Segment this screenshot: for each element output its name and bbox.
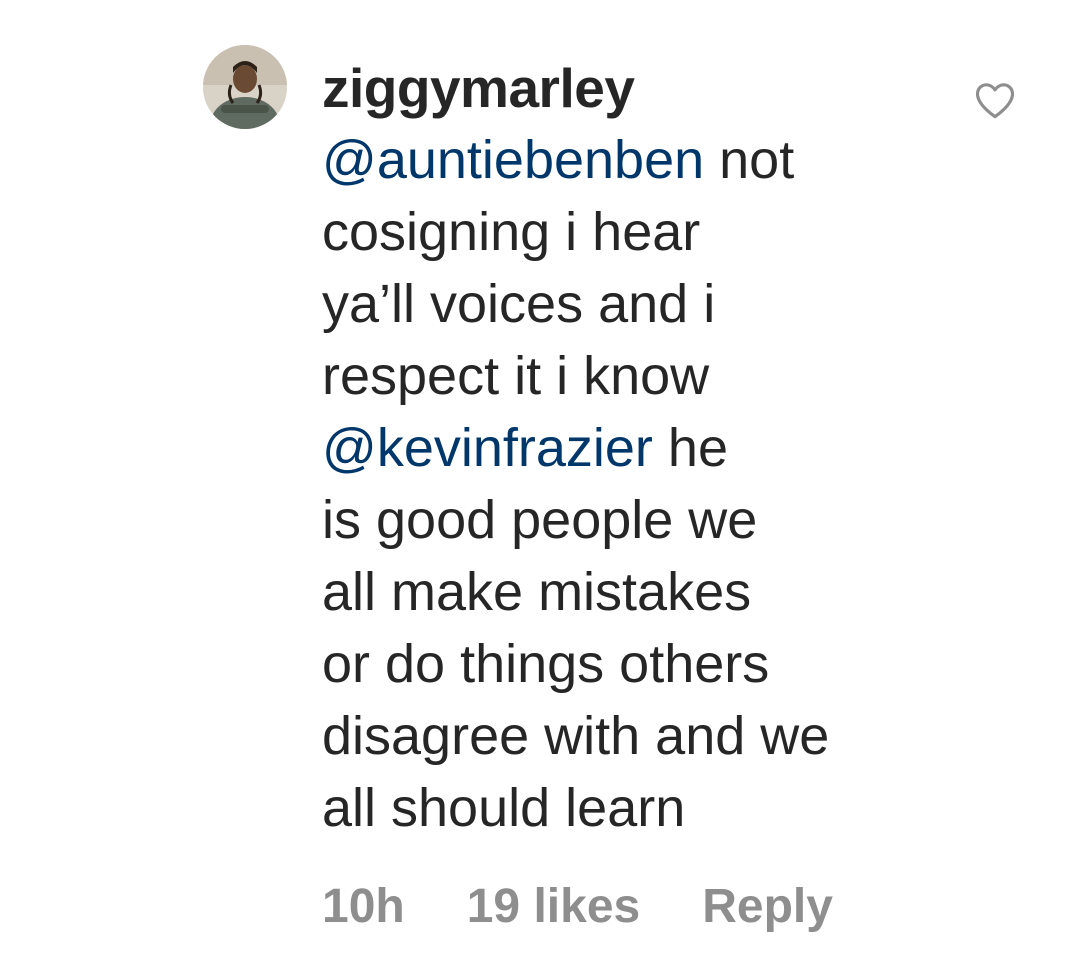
- comment-line: disagree with and we: [322, 700, 942, 772]
- username[interactable]: ziggymarley: [322, 52, 942, 124]
- comment-meta: 10h 19 likes Reply: [322, 870, 833, 942]
- comment-line: or do things others: [322, 628, 942, 700]
- avatar[interactable]: [203, 45, 287, 129]
- comment-line: @kevinfrazier he: [322, 412, 942, 484]
- reply-button[interactable]: Reply: [702, 879, 833, 934]
- comment-line-text: respect it i know: [322, 346, 710, 406]
- timestamp: 10h: [322, 879, 405, 933]
- comment-line: @auntiebenben not: [322, 124, 942, 196]
- mention-link[interactable]: @auntiebenben: [322, 130, 704, 190]
- comment-line-text: all make mistakes: [322, 562, 752, 622]
- comment-line: all should learn: [322, 772, 942, 844]
- comment-line: ya’ll voices and i: [322, 268, 942, 340]
- comment-line: all make mistakes: [322, 556, 942, 628]
- likes-count[interactable]: 19 likes: [467, 879, 640, 934]
- comment-line-text: all should learn: [322, 778, 686, 838]
- comment-line: cosigning i hear: [322, 196, 942, 268]
- comment-line-text: cosigning i hear: [322, 202, 701, 262]
- comment-line-text: disagree with and we: [322, 706, 830, 766]
- profile-photo-icon: [203, 45, 287, 129]
- mention-link[interactable]: @kevinfrazier: [322, 418, 653, 478]
- comment: ziggymarley @auntiebenben not cosigning …: [0, 0, 1080, 962]
- like-button[interactable]: [974, 80, 1016, 120]
- comment-line-text: is good people we: [322, 490, 758, 550]
- heart-outline-icon: [975, 83, 1015, 119]
- comment-line: respect it i know: [322, 340, 942, 412]
- comment-body: ziggymarley @auntiebenben not cosigning …: [322, 52, 942, 844]
- comment-line-text: or do things others: [322, 634, 770, 694]
- comment-line-text: not: [704, 130, 795, 190]
- comment-line-text: he: [652, 418, 728, 478]
- comment-line: is good people we: [322, 484, 942, 556]
- comment-line-text: ya’ll voices and i: [322, 274, 716, 334]
- comment-text: @auntiebenben not cosigning i hear ya’ll…: [322, 124, 942, 844]
